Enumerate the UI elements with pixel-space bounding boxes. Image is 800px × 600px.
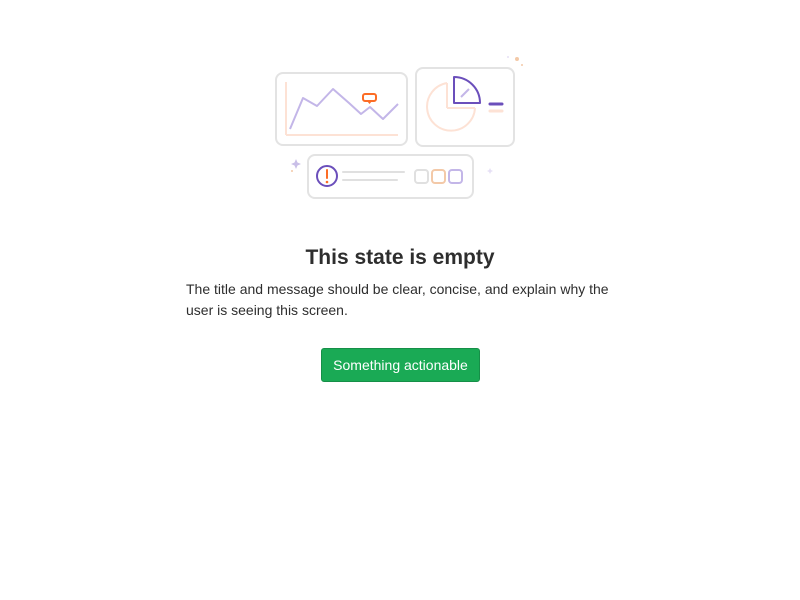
empty-state-title: This state is empty (305, 246, 495, 269)
pie-chart-card-icon (415, 67, 515, 147)
line-chart-card-icon (275, 72, 408, 146)
empty-state-message: The title and message should be clear, c… (186, 281, 609, 318)
primary-action-button[interactable]: Something actionable (321, 348, 480, 382)
alert-card-icon (307, 154, 474, 199)
empty-state-page: This state is empty The title and messag… (0, 0, 800, 600)
empty-state-illustration (275, 56, 523, 199)
